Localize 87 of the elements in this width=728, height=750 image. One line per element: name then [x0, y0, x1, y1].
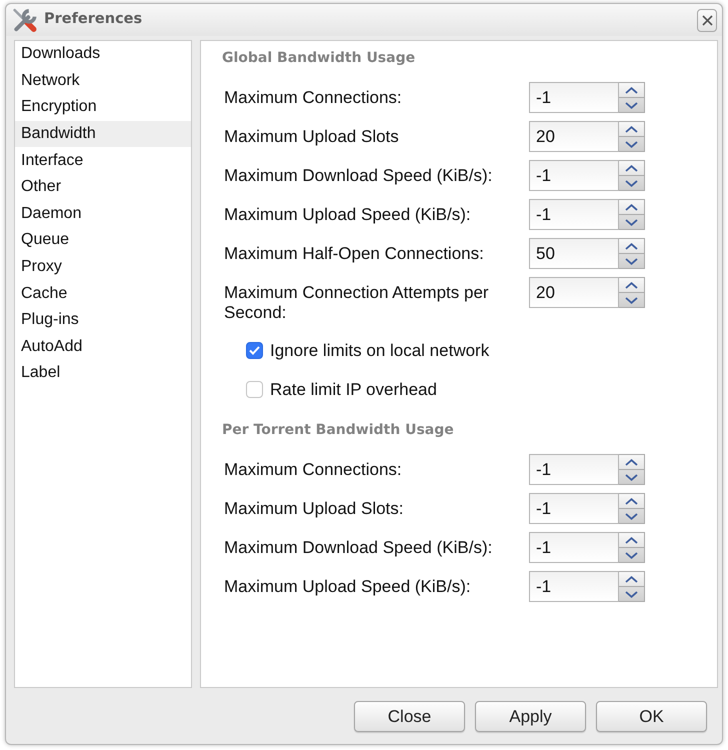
decrement-button[interactable]	[619, 214, 645, 230]
sidebar-item[interactable]: Encryption	[15, 94, 191, 121]
field-label: Maximum Upload Speed (KiB/s):	[224, 576, 472, 597]
up-chevron-icon	[625, 498, 638, 504]
field-label: Maximum Connections:	[224, 459, 403, 480]
number-input[interactable]: -1	[529, 82, 619, 113]
decrement-button[interactable]	[619, 508, 645, 524]
section-heading: Global Bandwidth Usage	[222, 49, 416, 68]
sidebar-item[interactable]: Cache	[15, 280, 191, 307]
down-chevron-icon	[625, 552, 638, 558]
up-chevron-icon	[625, 164, 638, 172]
decrement-button[interactable]	[619, 175, 645, 191]
checkbox-label: Rate limit IP overhead	[270, 380, 437, 400]
field-label: Maximum Upload Slots	[224, 126, 400, 147]
number-input[interactable]: -1	[529, 160, 619, 191]
checkmark-icon	[249, 346, 260, 355]
increment-button[interactable]	[619, 571, 645, 586]
field-label: Maximum Half-Open Connections:	[224, 243, 485, 264]
increment-button[interactable]	[619, 160, 645, 175]
field-label: Maximum Upload Slots:	[224, 498, 405, 519]
close-button[interactable]	[697, 8, 717, 32]
number-input[interactable]: 20	[529, 121, 619, 152]
number-input[interactable]: -1	[529, 199, 619, 230]
field-label: Maximum Download Speed (KiB/s):	[224, 537, 494, 558]
decrement-button[interactable]	[619, 586, 645, 602]
window-title: Preferences	[44, 10, 142, 30]
up-chevron-icon	[625, 86, 638, 94]
checkbox[interactable]	[246, 381, 263, 398]
down-chevron-icon	[625, 102, 638, 108]
increment-button[interactable]	[619, 532, 645, 547]
field-label: Maximum Download Speed (KiB/s):	[224, 165, 494, 186]
sidebar-item[interactable]: Interface	[15, 147, 191, 174]
field-label: Maximum Connections:	[224, 87, 403, 108]
sidebar-item[interactable]: Downloads	[15, 41, 191, 68]
up-chevron-icon	[625, 204, 638, 210]
increment-button[interactable]	[619, 493, 645, 508]
sidebar-item[interactable]: Plug-ins	[15, 306, 191, 334]
up-chevron-icon	[625, 576, 638, 582]
down-chevron-icon	[625, 474, 638, 480]
down-chevron-icon	[625, 140, 638, 148]
sidebar-item[interactable]: Bandwidth	[15, 120, 191, 148]
increment-button[interactable]	[619, 199, 645, 214]
increment-button[interactable]	[619, 82, 645, 97]
increment-button[interactable]	[619, 238, 645, 253]
dialog-button[interactable]: Close	[354, 701, 465, 732]
field-label: Maximum Connection Attempts per Second:	[224, 282, 490, 323]
decrement-button[interactable]	[619, 469, 645, 485]
sidebar-item[interactable]: Queue	[15, 227, 191, 254]
sidebar-item[interactable]: Network	[15, 68, 191, 94]
sidebar-item[interactable]: Daemon	[15, 200, 191, 228]
down-chevron-icon	[625, 590, 638, 598]
up-chevron-icon	[625, 126, 638, 132]
down-chevron-icon	[625, 218, 638, 226]
up-chevron-icon	[625, 536, 638, 544]
increment-button[interactable]	[619, 121, 645, 136]
up-chevron-icon	[625, 242, 638, 250]
number-input[interactable]: 50	[529, 238, 619, 269]
sidebar-item[interactable]: Label	[15, 360, 191, 387]
increment-button[interactable]	[619, 277, 645, 292]
number-input[interactable]: -1	[529, 532, 619, 563]
sidebar-item[interactable]: Proxy	[15, 254, 191, 280]
down-chevron-icon	[625, 258, 638, 264]
decrement-button[interactable]	[619, 253, 645, 269]
sidebar-item[interactable]: Other	[15, 174, 191, 201]
number-input[interactable]: -1	[529, 493, 619, 524]
sidebar-item[interactable]: AutoAdd	[15, 334, 191, 360]
decrement-button[interactable]	[619, 97, 645, 113]
increment-button[interactable]	[619, 454, 645, 469]
number-input[interactable]: -1	[529, 454, 619, 485]
down-chevron-icon	[625, 180, 638, 186]
section-heading: Per Torrent Bandwidth Usage	[222, 421, 455, 440]
decrement-button[interactable]	[619, 136, 645, 152]
up-chevron-icon	[625, 458, 638, 466]
decrement-button[interactable]	[619, 547, 645, 563]
number-input[interactable]: -1	[529, 571, 619, 602]
down-chevron-icon	[625, 296, 638, 304]
dialog-button[interactable]: OK	[596, 701, 707, 732]
checkbox-label: Ignore limits on local network	[270, 340, 490, 360]
up-chevron-icon	[625, 282, 638, 288]
field-label: Maximum Upload Speed (KiB/s):	[224, 204, 472, 225]
decrement-button[interactable]	[619, 292, 645, 308]
down-chevron-icon	[625, 512, 638, 520]
wrench-screwdriver-icon	[13, 8, 37, 32]
close-icon	[702, 14, 712, 26]
dialog-button[interactable]: Apply	[475, 701, 586, 732]
number-input[interactable]: 20	[529, 277, 619, 308]
checkbox[interactable]	[246, 342, 263, 359]
